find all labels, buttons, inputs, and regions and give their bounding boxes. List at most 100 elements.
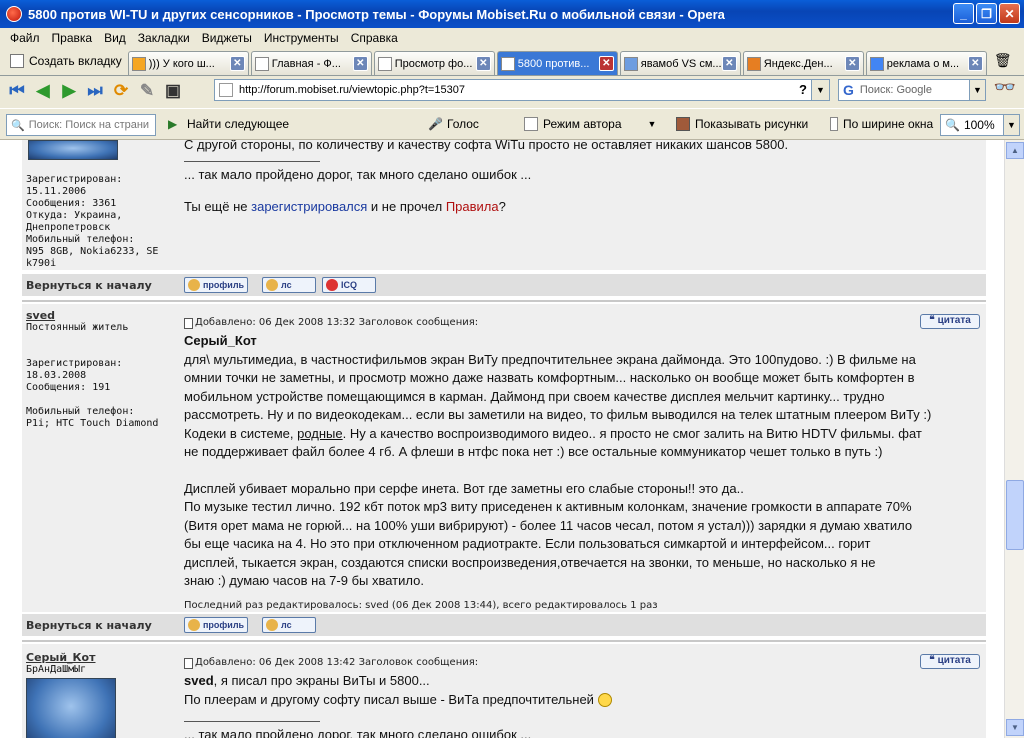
signature-divider [184, 160, 320, 162]
show-images-button[interactable]: Показывать рисунки [676, 117, 808, 131]
help-icon[interactable]: ? [799, 82, 807, 97]
tab-3[interactable]: Просмотр фо... ✕ [373, 51, 495, 75]
search-field[interactable]: G Поиск: Google ▼ [838, 79, 986, 101]
tab-close-icon[interactable]: ✕ [229, 56, 245, 71]
fast-forward-icon[interactable]: ⏭ [82, 79, 108, 103]
scroll-up-icon[interactable]: ▲ [1006, 142, 1024, 159]
zoom-dropdown[interactable]: ▼ [1003, 115, 1019, 135]
scroll-down-icon[interactable]: ▼ [1006, 719, 1024, 736]
fit-width-icon [830, 117, 838, 131]
tab-close-icon[interactable]: ✕ [598, 56, 614, 71]
users-icon [266, 619, 278, 631]
post1-user-panel: Зарегистрирован: 15.11.2006 Сообщения: 3… [22, 140, 180, 270]
profile-icon [188, 619, 200, 631]
quote-button[interactable]: ❝ цитата [920, 654, 980, 669]
favicon-icon [254, 56, 269, 71]
avatar [28, 140, 118, 160]
menu-widgets[interactable]: Виджеты [196, 31, 258, 45]
post1-body: С другой стороны, по количеству и качест… [180, 140, 986, 270]
register-link[interactable]: зарегистрировался [251, 199, 367, 214]
find-input[interactable]: 🔍 Поиск: Поиск на страни [6, 114, 156, 136]
quote-icon: ❝ [929, 315, 935, 327]
register-notice: Ты ещё не зарегистрировался и не прочел … [184, 199, 506, 214]
signature: ... так мало пройдено дорог, так много с… [184, 727, 532, 738]
back-to-top-link[interactable]: Вернуться к началу [26, 619, 152, 632]
close-button[interactable]: ✕ [999, 3, 1020, 24]
post3-user-panel: Серый_Кот БрАнДаШмЫг [22, 644, 180, 738]
menu-help[interactable]: Справка [345, 31, 404, 45]
zoom-select[interactable]: 🔍 100% ▼ [940, 114, 1020, 136]
post-icon [184, 657, 193, 669]
glasses-icon[interactable]: 👓 [990, 77, 1020, 105]
profile-button[interactable]: профиль [184, 277, 249, 293]
fit-width-button[interactable]: По ширине окна [830, 117, 933, 131]
post-header: Добавлено: 06 Дек 2008 13:32 Заголовок с… [184, 314, 986, 332]
title-bar: 5800 против WI-TU и других сенсорников -… [0, 0, 1024, 28]
vertical-scrollbar[interactable]: ▲ ▼ [1004, 140, 1024, 738]
tab-close-icon[interactable]: ✕ [844, 56, 860, 71]
scroll-thumb[interactable] [1006, 480, 1024, 550]
address-field[interactable]: http://forum.mobiset.ru/viewtopic.php?t=… [214, 79, 830, 101]
rewind-icon[interactable]: ⏮ [4, 79, 30, 103]
author-mode-button[interactable]: Режим автора ▼ [524, 117, 656, 131]
chevron-down-icon[interactable]: ▼ [648, 119, 657, 129]
tab-1[interactable]: ))) У кого ш... ✕ [127, 51, 249, 75]
post2-footer: Вернуться к началу профиль лс [22, 614, 986, 636]
find-next-button[interactable]: ▶ Найти следующее [168, 117, 289, 131]
tab-close-icon[interactable]: ✕ [967, 56, 983, 71]
reload-icon[interactable]: ⟳ [108, 79, 134, 103]
username[interactable]: Серый_Кот [26, 652, 180, 664]
tab-5[interactable]: явамоб VS см... ✕ [619, 51, 741, 75]
user-rank: Постоянный житель [26, 322, 129, 333]
post-text: С другой стороны, по количеству и качест… [184, 140, 789, 152]
tab-6[interactable]: Яндекс.Ден... ✕ [742, 51, 864, 75]
maximize-button[interactable]: ❐ [976, 3, 997, 24]
new-tab-button[interactable]: Создать вкладку [4, 49, 128, 73]
tab-7[interactable]: реклама о м... ✕ [865, 51, 987, 75]
rules-link[interactable]: Правила [446, 199, 499, 214]
post1-footer: Вернуться к началу профиль лс ICQ [22, 274, 986, 296]
quote-button[interactable]: ❝ цитата [920, 314, 980, 329]
menu-bar: Файл Правка Вид Закладки Виджеты Инструм… [0, 28, 1024, 48]
tab-2[interactable]: Главная - Ф... ✕ [250, 51, 372, 75]
icq-button[interactable]: ICQ [322, 277, 376, 293]
minimize-button[interactable]: _ [953, 3, 974, 24]
tab-4[interactable]: 5800 против... ✕ [496, 51, 618, 75]
post-header: Добавлено: 06 Дек 2008 13:42 Заголовок с… [184, 654, 986, 672]
forward-icon[interactable]: ▶ [56, 79, 82, 103]
home-icon[interactable]: ▣ [160, 79, 186, 103]
menu-tools[interactable]: Инструменты [258, 31, 345, 45]
menu-file[interactable]: Файл [4, 31, 46, 45]
pm-button[interactable]: лс [262, 617, 316, 633]
back-to-top-link[interactable]: Вернуться к началу [26, 279, 152, 292]
username[interactable]: sved [26, 310, 180, 322]
menu-view[interactable]: Вид [98, 31, 132, 45]
trash-icon[interactable]: 🗑 [993, 52, 1013, 72]
post3-body: Добавлено: 06 Дек 2008 13:42 Заголовок с… [180, 644, 986, 738]
users-icon [266, 279, 278, 291]
tab-close-icon[interactable]: ✕ [352, 56, 368, 71]
back-icon[interactable]: ◀ [30, 79, 56, 103]
menu-bookmarks[interactable]: Закладки [132, 31, 196, 45]
profile-button[interactable]: профиль [184, 617, 249, 633]
search-dropdown[interactable]: ▼ [969, 80, 985, 100]
favicon-icon [746, 56, 761, 71]
quote-icon: ❝ [929, 655, 935, 667]
address-dropdown[interactable]: ▼ [811, 80, 829, 100]
tab-bar: Создать вкладку ))) У кого ш... ✕ Главная… [0, 48, 1024, 76]
menu-edit[interactable]: Правка [46, 31, 99, 45]
edit-icon[interactable]: ✎ [134, 79, 160, 103]
tab-close-icon[interactable]: ✕ [475, 56, 491, 71]
voice-button[interactable]: 🎤 Голос [428, 117, 479, 131]
tab-close-icon[interactable]: ✕ [721, 56, 737, 71]
divider [22, 300, 986, 302]
signature: ... так мало пройдено дорог, так много с… [184, 166, 532, 182]
smile-icon [597, 693, 612, 708]
user-rank: БрАнДаШмЫг [26, 664, 87, 675]
avatar [26, 678, 116, 738]
page-content: Зарегистрирован: 15.11.2006 Сообщения: 3… [0, 140, 1004, 738]
pm-button[interactable]: лс [262, 277, 316, 293]
native-link[interactable]: родные [297, 426, 343, 441]
find-toolbar: 🔍 Поиск: Поиск на страни ▶ Найти следующее… [0, 108, 1024, 140]
icq-icon [326, 279, 338, 291]
